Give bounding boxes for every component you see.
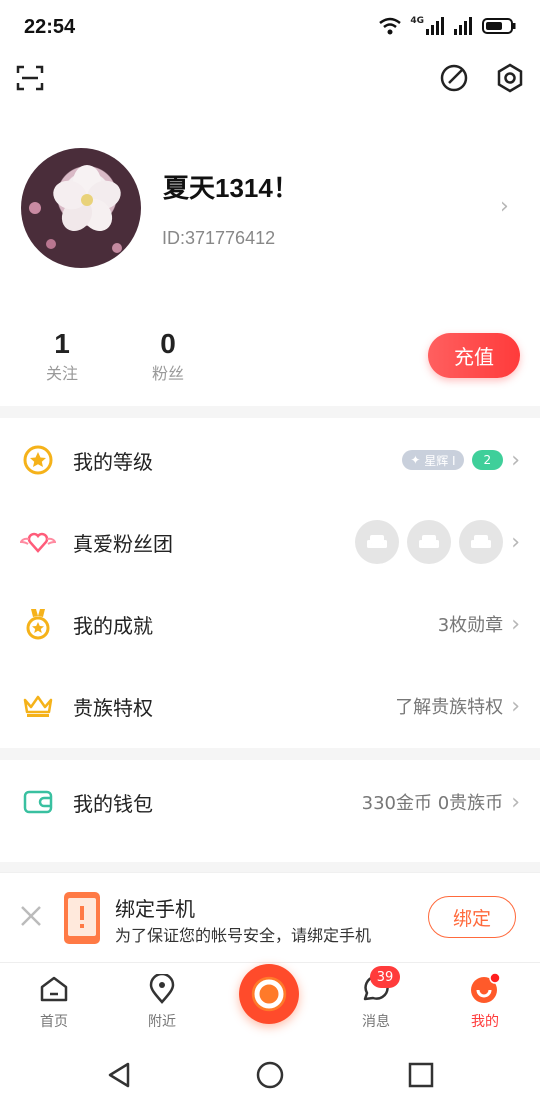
system-nav-bar [0, 1042, 540, 1110]
tab-label: 消息 [362, 1014, 390, 1030]
menu-label: 我的等级 [73, 449, 153, 474]
section-divider [0, 862, 540, 872]
nobility-hint: 了解贵族特权 [395, 697, 504, 718]
tab-label: 首页 [40, 1014, 68, 1030]
star-rank-text: 星辉 I [424, 453, 456, 468]
battery-icon [482, 18, 516, 34]
menu-item-fan-club[interactable]: 真爱粉丝团 › [0, 501, 540, 583]
banner-title: 绑定手机 [115, 897, 195, 921]
profile-chevron-icon[interactable]: › [500, 194, 509, 219]
crown-icon [20, 688, 56, 724]
profile-icon [469, 973, 501, 1005]
tab-label: 附近 [148, 1014, 176, 1030]
star-medal-icon [20, 442, 56, 478]
message-count-badge: 39 [370, 966, 400, 988]
status-time: 22:54 [24, 16, 76, 38]
achievement-count: 3枚勋章 [437, 615, 504, 636]
phone-alert-icon [62, 890, 102, 950]
stat-value: 1 [54, 328, 70, 359]
live-ring-icon [254, 979, 284, 1009]
status-bar: 22:54 4G [0, 0, 540, 56]
menu-item-level[interactable]: 我的等级 ✦ 星辉 I 2 › [0, 419, 540, 501]
close-icon [21, 906, 41, 926]
fan-seats: › [355, 520, 520, 564]
level-badge: 2 [471, 450, 504, 470]
home-nav-button[interactable] [255, 1060, 285, 1094]
star-rank-badge: ✦ 星辉 I [402, 450, 464, 470]
home-circle-icon [256, 1061, 284, 1089]
recents-button[interactable] [406, 1060, 436, 1094]
back-icon [108, 1062, 130, 1088]
chevron-right-icon: › [511, 789, 520, 815]
user-name: 夏天1314！ [163, 173, 299, 203]
wallet-balance: 330金币 0贵族币 [361, 793, 504, 814]
menu-label: 我的成就 [73, 613, 153, 638]
stat-label: 粉丝 [151, 364, 184, 383]
level-badges: ✦ 星辉 I 2 › [402, 448, 520, 473]
tab-nearby[interactable]: 附近 [127, 973, 197, 1031]
sofa-icon [355, 520, 400, 564]
banner-subtitle: 为了保证您的帐号安全，请绑定手机 [115, 926, 372, 945]
avatar[interactable] [21, 148, 141, 268]
settings-button[interactable] [492, 60, 528, 96]
tab-home[interactable]: 首页 [19, 973, 89, 1031]
menu-item-nobility[interactable]: 贵族特权 了解贵族特权 › [0, 665, 540, 747]
section-divider [0, 748, 540, 760]
wifi-icon [379, 17, 402, 35]
tab-me[interactable]: 我的 [450, 973, 520, 1031]
back-button[interactable] [104, 1060, 134, 1094]
sofa-icon [459, 520, 504, 564]
flower-image [29, 165, 122, 253]
menu-right: 330金币 0贵族币 › [362, 789, 520, 815]
chevron-right-icon: › [511, 447, 520, 473]
edit-icon [440, 64, 468, 92]
sofa-icon [407, 520, 452, 564]
menu-label: 我的钱包 [73, 791, 153, 816]
recharge-button[interactable]: 充值 [428, 333, 520, 378]
signal-icon-2 [454, 17, 472, 35]
scan-button[interactable] [12, 60, 48, 96]
signal-icon [426, 17, 444, 35]
stat-fans[interactable]: 0 粉丝 [128, 328, 208, 384]
stat-value: 0 [160, 328, 176, 359]
stat-label: 关注 [45, 364, 78, 383]
stat-following[interactable]: 1 关注 [22, 328, 102, 384]
scan-icon [16, 65, 44, 91]
recents-icon [408, 1062, 434, 1088]
live-button[interactable] [239, 964, 299, 1024]
menu-label: 真爱粉丝团 [73, 531, 173, 556]
chevron-right-icon: › [511, 693, 520, 719]
chevron-right-icon: › [511, 529, 520, 555]
menu-right: 了解贵族特权 › [395, 693, 520, 719]
network-type: 4G [410, 16, 424, 26]
heart-wings-icon [20, 524, 56, 560]
menu-item-achievements[interactable]: 我的成就 3枚勋章 › [0, 583, 540, 665]
system-icons: 4G [378, 16, 516, 36]
menu-item-wallet[interactable]: 我的钱包 330金币 0贵族币 › [0, 761, 540, 843]
wallet-icon [20, 784, 56, 820]
settings-icon [497, 63, 523, 93]
section-divider [0, 406, 540, 418]
location-icon [146, 973, 178, 1005]
medal-icon [20, 606, 56, 642]
menu-right: 3枚勋章 › [438, 611, 520, 637]
menu-label: 贵族特权 [73, 695, 153, 720]
chevron-right-icon: › [511, 611, 520, 637]
edit-button[interactable] [436, 60, 472, 96]
user-id: ID:371776412 [162, 228, 276, 248]
bind-phone-button[interactable]: 绑定 [428, 896, 516, 938]
close-banner-button[interactable] [18, 903, 44, 933]
home-icon [38, 973, 70, 1005]
tab-label: 我的 [471, 1014, 499, 1030]
